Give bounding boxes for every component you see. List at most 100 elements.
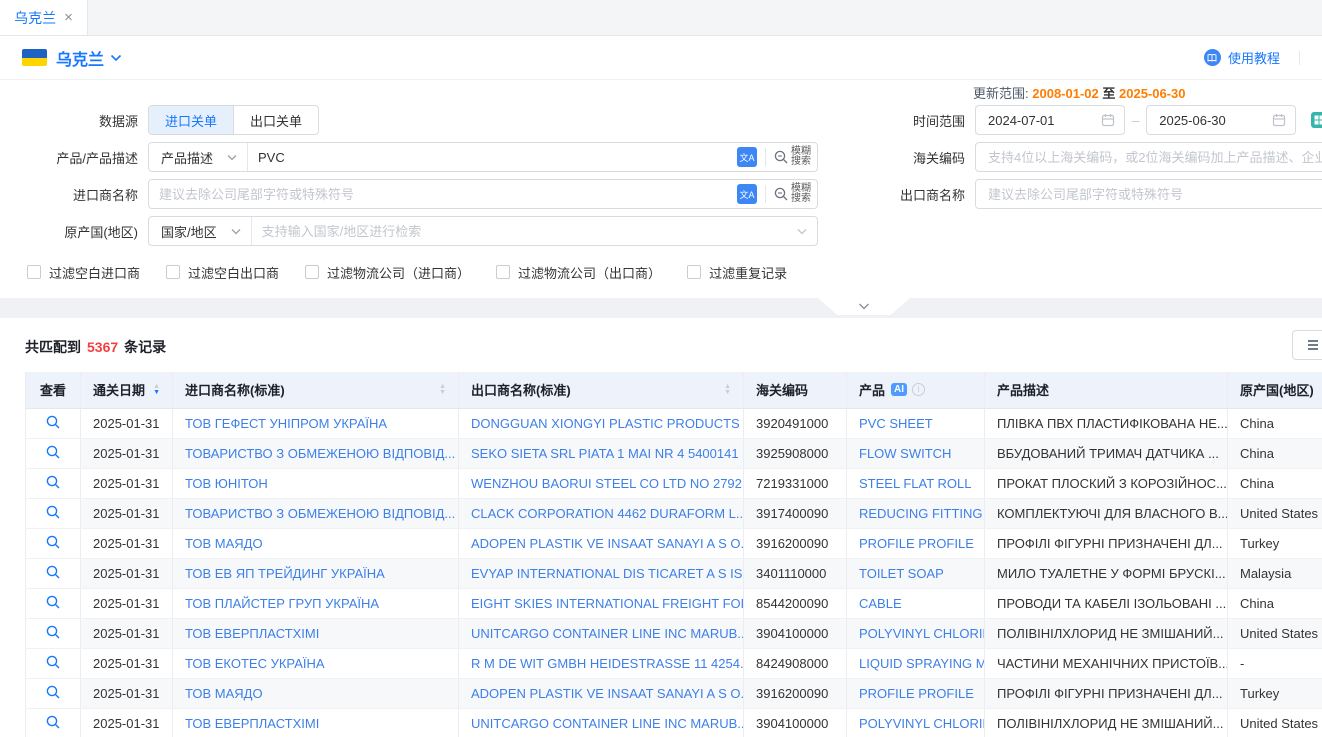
product-link[interactable]: TOILET SOAP	[847, 558, 985, 588]
importer-link[interactable]: ТОВ ЕВЕРПЛАСТХІМІ	[173, 618, 459, 648]
end-date-input[interactable]: 2025-06-30	[1146, 105, 1296, 135]
checkbox-logistics-exporter[interactable]: 过滤物流公司（出口商）	[496, 263, 661, 282]
importer-link[interactable]: ТОВ ЕВ ЯП ТРЕЙДИНГ УКРАЇНА	[173, 558, 459, 588]
importer-link[interactable]: ТОВАРИСТВО З ОБМЕЖЕНОЮ ВІДПОВІД...	[173, 498, 459, 528]
exporter-input[interactable]	[976, 180, 1322, 208]
importer-link[interactable]: ТОВ МАЯДО	[173, 528, 459, 558]
col-importer[interactable]: 进口商名称(标准)▲▼	[173, 372, 459, 408]
checkbox-blank-exporter[interactable]: 过滤空白出口商	[166, 263, 279, 282]
table-row: 2025-01-31 ТОВ ЕВЕРПЛАСТХІМІ UNITCARGO C…	[26, 708, 1322, 737]
origin-input[interactable]	[252, 217, 797, 245]
datasource-import-tab[interactable]: 进口关单	[149, 106, 233, 134]
exporter-link[interactable]: EIGHT SKIES INTERNATIONAL FREIGHT FOR...	[459, 588, 744, 618]
checkbox-icon[interactable]	[687, 265, 701, 279]
checkbox-icon[interactable]	[496, 265, 510, 279]
tutorial-link[interactable]: 使用教程	[1228, 48, 1280, 67]
product-link[interactable]: STEEL FLAT ROLL	[847, 468, 985, 498]
importer-input[interactable]	[149, 180, 737, 208]
fuzzy-search-button[interactable]: 模糊搜索	[773, 184, 817, 204]
importer-label: 进口商名称	[0, 185, 148, 204]
checkbox-icon[interactable]	[166, 265, 180, 279]
fuzzy-search-button[interactable]: 模糊搜索	[773, 147, 817, 167]
product-link[interactable]: REDUCING FITTING	[847, 498, 985, 528]
info-icon[interactable]: i	[912, 383, 925, 396]
view-detail-icon[interactable]	[45, 414, 61, 430]
exporter-link[interactable]: DONGGUAN XIONGYI PLASTIC PRODUCTS ...	[459, 408, 744, 438]
tab-ukraine[interactable]: 乌克兰 ×	[0, 0, 88, 35]
collapse-filter-button[interactable]	[818, 298, 910, 315]
product-link[interactable]: POLYVINYL CHLORIDE	[847, 708, 985, 737]
tab-close-icon[interactable]: ×	[64, 9, 73, 26]
product-link[interactable]: PVC SHEET	[847, 408, 985, 438]
view-detail-icon[interactable]	[45, 654, 61, 670]
importer-link[interactable]: ТОВАРИСТВО З ОБМЕЖЕНОЮ ВІДПОВІД...	[173, 438, 459, 468]
exporter-link[interactable]: ADOPEN PLASTIK VE INSAAT SANAYI A S O...	[459, 528, 744, 558]
importer-link[interactable]: ТОВ ЮНІТОН	[173, 468, 459, 498]
chevron-down-icon[interactable]	[797, 228, 807, 235]
product-link[interactable]: POLYVINYL CHLORIDE	[847, 618, 985, 648]
product-link[interactable]: CABLE	[847, 588, 985, 618]
start-date-value: 2024-07-01	[988, 113, 1101, 128]
origin-field-select[interactable]: 国家/地区	[149, 217, 252, 245]
col-date[interactable]: 通关日期▲▼	[81, 372, 173, 408]
start-date-input[interactable]: 2024-07-01	[975, 105, 1125, 135]
view-detail-icon[interactable]	[45, 684, 61, 700]
importer-link[interactable]: ТОВ ГЕФЕСТ УНІПРОМ УКРАЇНА	[173, 408, 459, 438]
filter-panel: 更新范围: 2008-01-02 至 2025-06-30 数据源 进口关单 出…	[0, 80, 1322, 282]
results-toolbar-button[interactable]	[1292, 330, 1322, 360]
origin-cell: Turkey	[1228, 678, 1322, 708]
date-cell: 2025-01-31	[81, 678, 173, 708]
importer-link[interactable]: ТОВ ЕВЕРПЛАСТХІМІ	[173, 708, 459, 737]
country-selector[interactable]: 乌克兰	[56, 46, 104, 70]
datasource-export-tab[interactable]: 出口关单	[233, 106, 318, 134]
exporter-link[interactable]: UNITCARGO CONTAINER LINE INC MARUB...	[459, 618, 744, 648]
book-icon	[1204, 49, 1221, 66]
checkbox-label: 过滤空白出口商	[188, 263, 279, 282]
checkbox-duplicate-records[interactable]: 过滤重复记录	[687, 263, 787, 282]
hs-code-cell: 3904100000	[744, 618, 847, 648]
exporter-link[interactable]: CLACK CORPORATION 4462 DURAFORM L...	[459, 498, 744, 528]
chevron-down-icon[interactable]	[110, 54, 122, 62]
col-exporter[interactable]: 出口商名称(标准)▲▼	[459, 372, 744, 408]
product-link[interactable]: FLOW SWITCH	[847, 438, 985, 468]
checkbox-icon[interactable]	[305, 265, 319, 279]
translate-icon[interactable]: 文A	[737, 184, 757, 204]
exporter-link[interactable]: SEKO SIETA SRL PIATA 1 MAI NR 4 5400141 …	[459, 438, 744, 468]
product-link[interactable]: LIQUID SPRAYING ME...	[847, 648, 985, 678]
update-range-label: 更新范围:	[973, 86, 1029, 101]
product-field-select[interactable]: 产品描述	[149, 143, 248, 171]
view-detail-icon[interactable]	[45, 624, 61, 640]
view-detail-icon[interactable]	[45, 594, 61, 610]
quick-select-button[interactable]: 快捷	[1311, 111, 1322, 130]
table-row: 2025-01-31 ТОВАРИСТВО З ОБМЕЖЕНОЮ ВІДПОВ…	[26, 438, 1322, 468]
table-row: 2025-01-31 ТОВ ГЕФЕСТ УНІПРОМ УКРАЇНА DO…	[26, 408, 1322, 438]
importer-link[interactable]: ТОВ ПЛАЙСТЕР ГРУП УКРАЇНА	[173, 588, 459, 618]
hs-code-input[interactable]	[976, 143, 1322, 171]
exporter-link[interactable]: R M DE WIT GMBH HEIDESTRASSE 11 4254...	[459, 648, 744, 678]
checkbox-blank-importer[interactable]: 过滤空白进口商	[27, 263, 140, 282]
view-detail-icon[interactable]	[45, 474, 61, 490]
table-row: 2025-01-31 ТОВ ЕКОТЕС УКРАЇНА R M DE WIT…	[26, 648, 1322, 678]
checkbox-icon[interactable]	[27, 265, 41, 279]
exporter-link[interactable]: EVYAP INTERNATIONAL DIS TICARET A S IS..…	[459, 558, 744, 588]
importer-link[interactable]: ТОВ МАЯДО	[173, 678, 459, 708]
view-detail-icon[interactable]	[45, 504, 61, 520]
exporter-link[interactable]: UNITCARGO CONTAINER LINE INC MARUB...	[459, 708, 744, 737]
view-detail-icon[interactable]	[45, 714, 61, 730]
exporter-link[interactable]: WENZHOU BAORUI STEEL CO LTD NO 2792...	[459, 468, 744, 498]
product-input[interactable]	[248, 143, 737, 171]
checkbox-logistics-importer[interactable]: 过滤物流公司（进口商）	[305, 263, 470, 282]
product-link[interactable]: PROFILE PROFILE	[847, 678, 985, 708]
description-cell: ПОЛІВІНІЛХЛОРИД НЕ ЗМІШАНИЙ...	[985, 708, 1228, 737]
product-link[interactable]: PROFILE PROFILE	[847, 528, 985, 558]
view-detail-icon[interactable]	[45, 564, 61, 580]
date-cell: 2025-01-31	[81, 558, 173, 588]
view-detail-icon[interactable]	[45, 534, 61, 550]
importer-link[interactable]: ТОВ ЕКОТЕС УКРАЇНА	[173, 648, 459, 678]
hs-code-cell: 8424908000	[744, 648, 847, 678]
hs-code-cell: 3916200090	[744, 678, 847, 708]
translate-icon[interactable]: 文A	[737, 147, 757, 167]
view-cell	[26, 408, 81, 438]
view-detail-icon[interactable]	[45, 444, 61, 460]
exporter-link[interactable]: ADOPEN PLASTIK VE INSAAT SANAYI A S O...	[459, 678, 744, 708]
